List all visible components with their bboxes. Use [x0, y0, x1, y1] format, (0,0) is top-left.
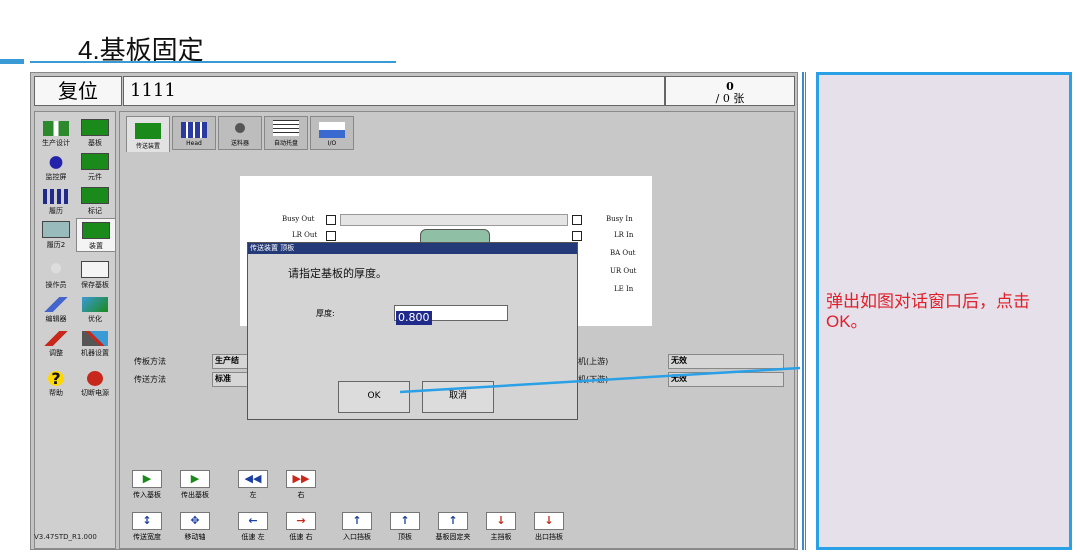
- instruction-note: 弹出如图对话窗口后，点击OK。: [826, 292, 1030, 331]
- callout-line: [399, 366, 801, 394]
- callout-divider: [802, 72, 806, 550]
